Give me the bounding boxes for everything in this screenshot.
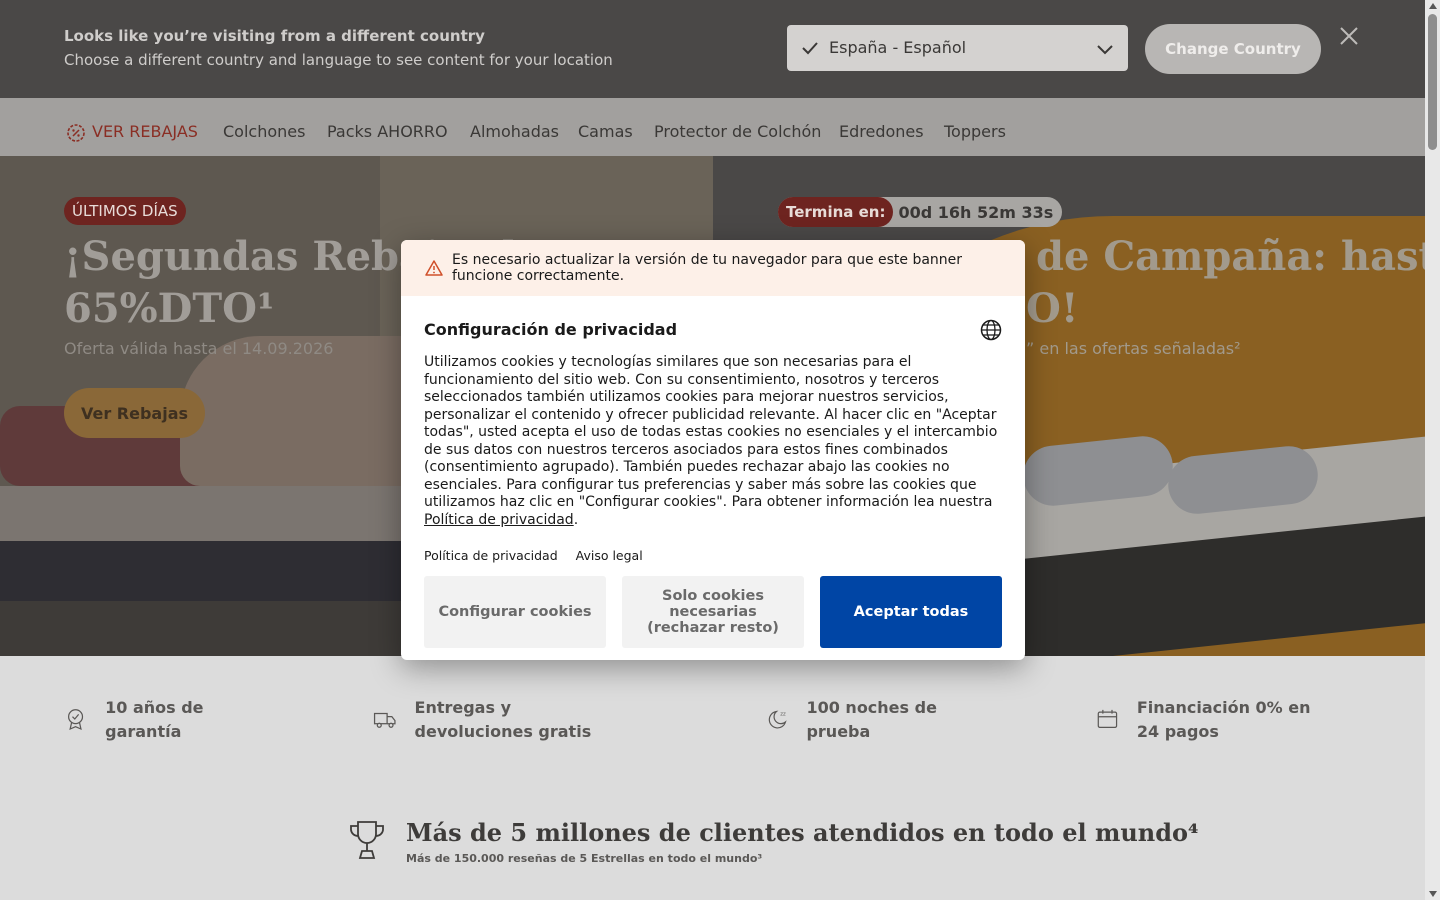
warning-icon bbox=[425, 260, 443, 276]
necessary-cookies-only-button[interactable]: Solo cookies necesarias (rechazar resto) bbox=[622, 576, 804, 648]
accept-all-cookies-button[interactable]: Aceptar todas bbox=[820, 576, 1002, 648]
privacy-policy-inline-link[interactable]: Política de privacidad bbox=[424, 512, 574, 528]
privacy-policy-link[interactable]: Política de privacidad bbox=[424, 548, 558, 563]
browser-warning-banner: Es necesario actualizar la versión de tu… bbox=[401, 240, 1025, 296]
privacy-settings-dialog: Es necesario actualizar la versión de tu… bbox=[401, 240, 1025, 660]
page-scrollbar[interactable] bbox=[1425, 0, 1440, 900]
scroll-thumb[interactable] bbox=[1428, 14, 1437, 150]
privacy-body-end: . bbox=[573, 511, 579, 528]
scroll-down-arrow-icon[interactable] bbox=[1429, 891, 1437, 897]
scroll-up-arrow-icon[interactable] bbox=[1429, 3, 1437, 9]
configure-cookies-button[interactable]: Configurar cookies bbox=[424, 576, 606, 648]
privacy-dialog-body: Utilizamos cookies y tecnologías similar… bbox=[424, 354, 1006, 529]
privacy-footer-links: Política de privacidad Aviso legal bbox=[424, 548, 657, 563]
browser-warning-text: Es necesario actualizar la versión de tu… bbox=[452, 252, 963, 284]
privacy-dialog-title: Configuración de privacidad bbox=[424, 320, 678, 339]
privacy-body-text: Utilizamos cookies y tecnologías similar… bbox=[424, 354, 998, 510]
legal-notice-link[interactable]: Aviso legal bbox=[576, 548, 643, 563]
globe-language-icon[interactable] bbox=[980, 319, 1002, 341]
